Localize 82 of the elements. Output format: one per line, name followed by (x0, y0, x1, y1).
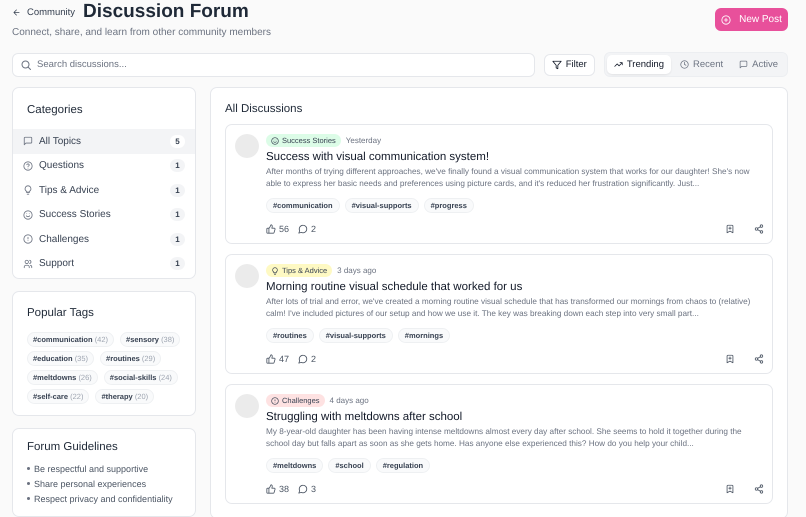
like-button[interactable]: 38 (266, 484, 290, 494)
category-item[interactable]: Tips & Advice 1 (13, 178, 195, 202)
card-title: Popular Tags (26, 306, 95, 321)
users-icon (23, 258, 33, 269)
comment-button[interactable]: 3 (298, 484, 316, 494)
category-item[interactable]: Support 1 (13, 252, 195, 276)
trend-up-icon (614, 60, 623, 69)
bullet-icon (27, 467, 30, 470)
count-badge: 1 (170, 208, 185, 222)
share-button[interactable] (754, 484, 764, 494)
count-badge: 1 (170, 257, 185, 270)
count-badge: 1 (170, 232, 185, 246)
comment-button[interactable]: 2 (298, 224, 316, 234)
lightbulb-icon (271, 266, 279, 274)
thumbs-up-icon (266, 354, 276, 364)
post-excerpt: After months of trying different approaches, we've finally found a visual communication system that works for our daughter! She's now able to express her basic needs and preferences using picture cards, and it's reduced her frustration significantly. Just... (266, 166, 751, 190)
chat-bubble-icon (739, 60, 748, 69)
category-item[interactable]: All Topics 5 (13, 129, 195, 154)
bookmark-button[interactable] (725, 484, 735, 494)
smile-icon (23, 210, 33, 220)
post-card[interactable] (225, 384, 773, 504)
alert-circle-icon (23, 234, 33, 244)
question-icon (23, 160, 33, 171)
chat-bubble-icon (23, 136, 33, 146)
count-badge: 1 (170, 159, 185, 172)
post-time: Yesterday (346, 136, 382, 145)
share-button[interactable] (754, 224, 764, 234)
post-time: 4 days ago (330, 396, 369, 405)
thumbs-up-icon (266, 224, 276, 234)
post-card[interactable] (225, 124, 773, 244)
chat-bubble-icon (298, 354, 308, 364)
chat-bubble-icon (298, 224, 308, 234)
comment-button[interactable]: 2 (298, 354, 316, 364)
post-title[interactable]: Struggling with meltdowns after school (266, 411, 764, 423)
share-icon (754, 484, 764, 494)
smile-icon (271, 136, 279, 144)
chat-bubble-icon (298, 484, 308, 494)
share-button[interactable] (754, 354, 764, 364)
bookmark-icon (725, 224, 735, 234)
plus-circle-icon (721, 14, 732, 24)
category-item[interactable]: Success Stories 1 (13, 202, 195, 227)
page-title: Discussion Forum (83, 1, 249, 23)
guideline-item: Be respectful and supportive (34, 464, 148, 474)
count-badge: 1 (170, 184, 185, 197)
bullet-icon (27, 497, 30, 500)
share-icon (754, 354, 764, 364)
bullet-icon (27, 482, 30, 485)
post-card[interactable] (225, 254, 773, 374)
alert-circle-icon (271, 396, 279, 404)
filter-button[interactable]: Filter (544, 54, 595, 76)
search-field[interactable]: Search discussions... (12, 52, 535, 76)
sort-tab[interactable]: Recent (673, 55, 730, 74)
sort-tab[interactable]: Trending (606, 55, 672, 74)
category-item[interactable]: Challenges 1 (13, 227, 195, 252)
thumbs-up-icon (266, 484, 276, 494)
sort-tab[interactable]: Active (732, 55, 785, 74)
bookmark-button[interactable] (725, 354, 735, 364)
search-icon (20, 58, 32, 70)
card-title: Categories (26, 103, 84, 118)
page-subtitle: Connect, share, and learn from other community members (12, 27, 271, 38)
guideline-item: Share personal experiences (34, 478, 146, 488)
like-button[interactable]: 47 (266, 354, 290, 364)
category-item[interactable]: Questions 1 (13, 154, 195, 178)
clock-icon (680, 60, 690, 69)
post-title[interactable]: Success with visual communication system! (266, 151, 764, 163)
like-button[interactable]: 56 (266, 224, 290, 234)
card-title: Forum Guidelines (26, 440, 119, 455)
lightbulb-icon (23, 185, 33, 196)
post-time: 3 days ago (337, 266, 376, 275)
bookmark-icon (725, 484, 735, 494)
count-badge: 5 (170, 134, 185, 148)
guideline-item: Respect privacy and confidentiality (34, 494, 173, 504)
section-title: All Discussions (224, 102, 304, 117)
share-icon (754, 224, 764, 234)
back-arrow-icon (12, 8, 21, 16)
post-excerpt: My 8-year-old daughter has been having intense meltdowns almost every day after school. She seems to hold it together during the school day but falls apart as soon as she gets home. Has anyone else experienced this? How do you help your child... (266, 426, 743, 450)
post-title[interactable]: Morning routine visual schedule that worked for us (266, 281, 764, 293)
bookmark-button[interactable] (725, 224, 735, 234)
post-excerpt: After lots of trial and error, we've created a morning routine visual schedule that has transformed our mornings from chaos to (relative) calm! I've included pictures of our setup and how we use it. The key was breaking down each step into very small part... (266, 296, 752, 320)
back-link[interactable]: Community (12, 6, 76, 18)
bookmark-icon (725, 354, 735, 364)
filter-icon (552, 60, 562, 70)
